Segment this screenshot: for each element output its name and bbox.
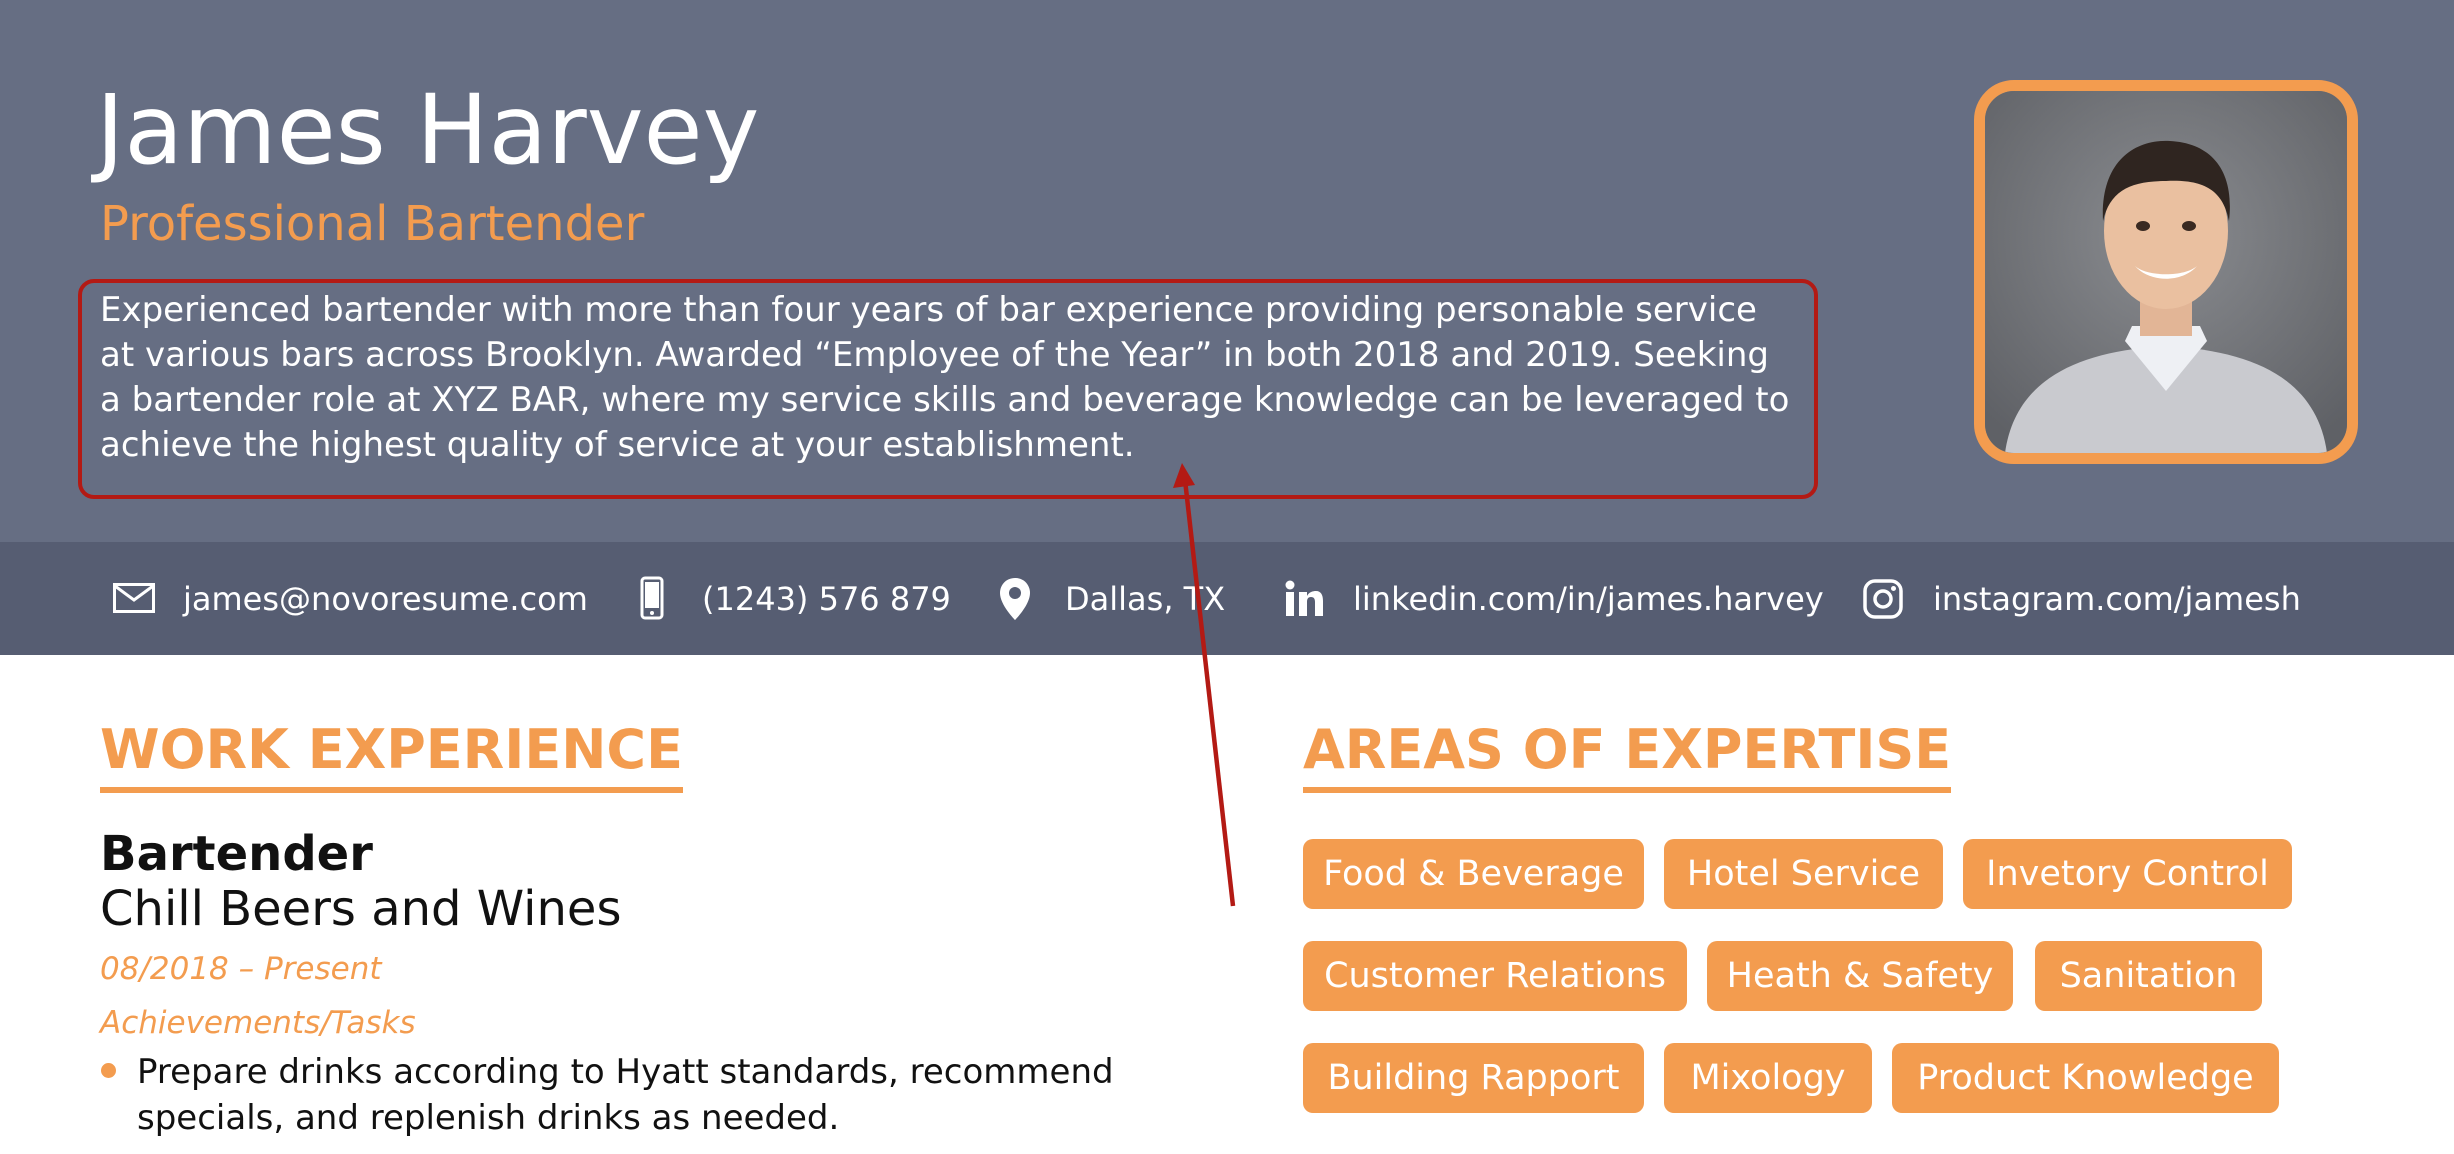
annotation-arrow [1173,463,1236,907]
